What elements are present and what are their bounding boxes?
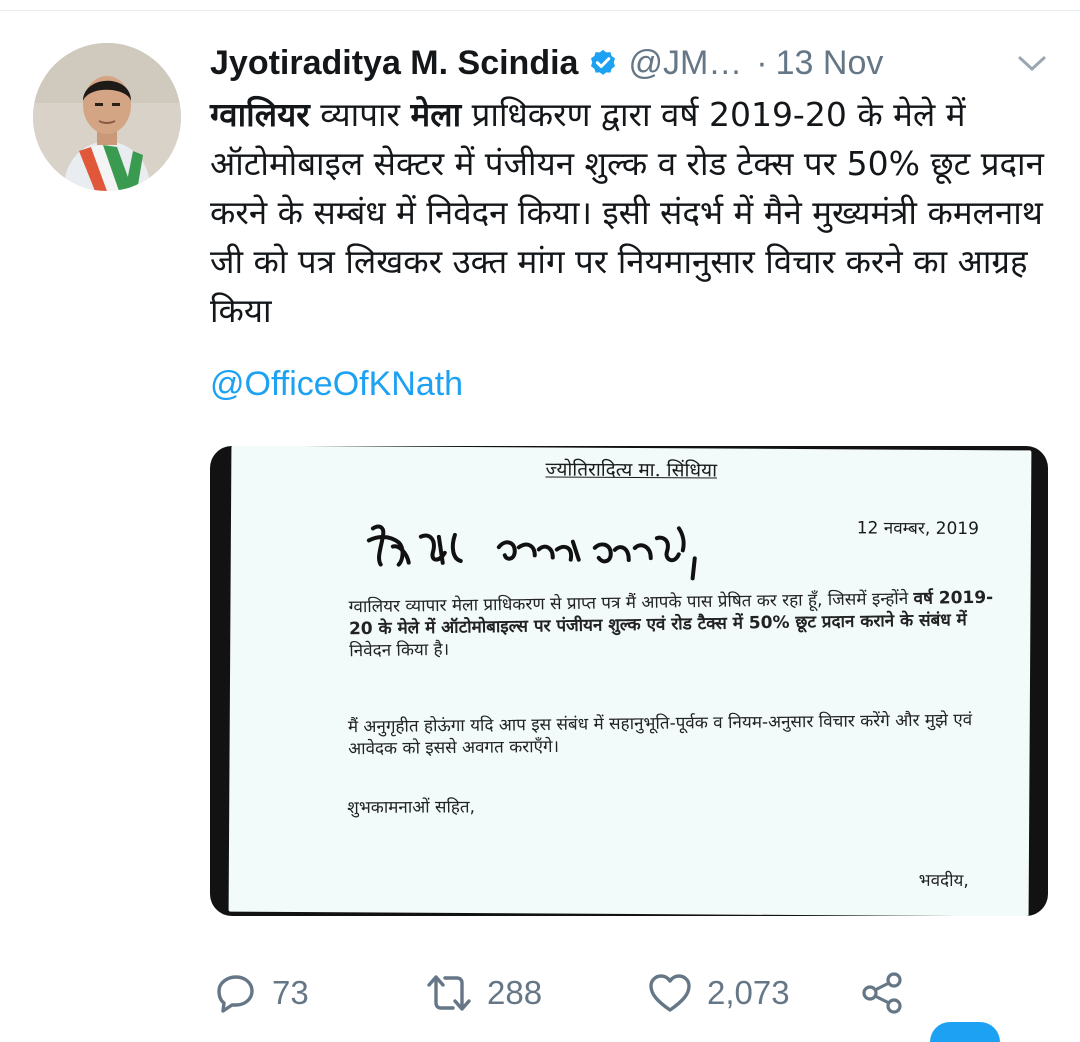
avatar[interactable] bbox=[33, 43, 181, 191]
like-button[interactable]: 2,073 bbox=[647, 968, 790, 1018]
tweet-timestamp[interactable]: 13 Nov bbox=[776, 44, 884, 83]
handwritten-salutation bbox=[366, 524, 697, 581]
tweet-actions: 73 288 2,073 bbox=[210, 968, 1050, 1018]
retweet-button[interactable]: 288 bbox=[425, 968, 542, 1018]
reply-button[interactable]: 73 bbox=[214, 968, 309, 1018]
share-icon bbox=[862, 972, 902, 1014]
letter-closing: शुभकामनाओं सहित, bbox=[347, 797, 476, 818]
retweet-count: 288 bbox=[487, 974, 543, 1011]
tweet-header: Jyotiraditya M. Scindia @JM… · 13 Nov bbox=[210, 40, 1060, 86]
author-display-name[interactable]: Jyotiraditya M. Scindia bbox=[210, 44, 578, 83]
retweet-icon bbox=[427, 975, 471, 1011]
reply-icon bbox=[217, 975, 254, 1013]
like-icon bbox=[649, 974, 691, 1012]
letter-para1-part-c: निवेदन किया है। bbox=[349, 639, 450, 662]
compose-button[interactable] bbox=[930, 1022, 1000, 1042]
verified-badge-icon bbox=[591, 49, 616, 75]
separator-dot: · bbox=[756, 43, 768, 82]
letter-signoff: भवदीय, bbox=[918, 870, 969, 892]
mention-link[interactable]: @OfficeOfKNath bbox=[210, 360, 463, 408]
tweet-text-part-1: व्यापार bbox=[309, 95, 411, 134]
author-handle[interactable]: @JM… bbox=[628, 44, 742, 83]
reply-count: 73 bbox=[272, 974, 309, 1011]
tweet-text-bold-2: मेला bbox=[410, 95, 462, 134]
letter-paragraph-1: ग्वालियर व्यापार मेला प्राधिकरण से प्राप… bbox=[349, 586, 1010, 662]
chevron-down-icon[interactable] bbox=[1015, 54, 1049, 74]
tweet-media-image[interactable]: ज्योतिरादित्य मा. सिंधिया 12 नवम्बर, 201… bbox=[210, 446, 1048, 916]
share-button[interactable] bbox=[860, 968, 906, 1018]
letter-paragraph-2: मैं अनुगृहीत होऊंगा यदि आप इस संबंध में … bbox=[347, 710, 973, 760]
like-count: 2,073 bbox=[707, 974, 790, 1011]
letterhead: ज्योतिरादित्य मा. सिंधिया bbox=[545, 458, 718, 482]
top-divider bbox=[0, 0, 1080, 11]
tweet-text: ग्वालियर व्यापार मेला प्राधिकरण द्वारा व… bbox=[210, 90, 1045, 335]
avatar-image bbox=[33, 43, 181, 191]
letter-document: ज्योतिरादित्य मा. सिंधिया 12 नवम्बर, 201… bbox=[228, 446, 1032, 916]
letter-date: 12 नवम्बर, 2019 bbox=[856, 518, 979, 540]
tweet-text-bold-1: ग्वालियर bbox=[210, 95, 310, 134]
